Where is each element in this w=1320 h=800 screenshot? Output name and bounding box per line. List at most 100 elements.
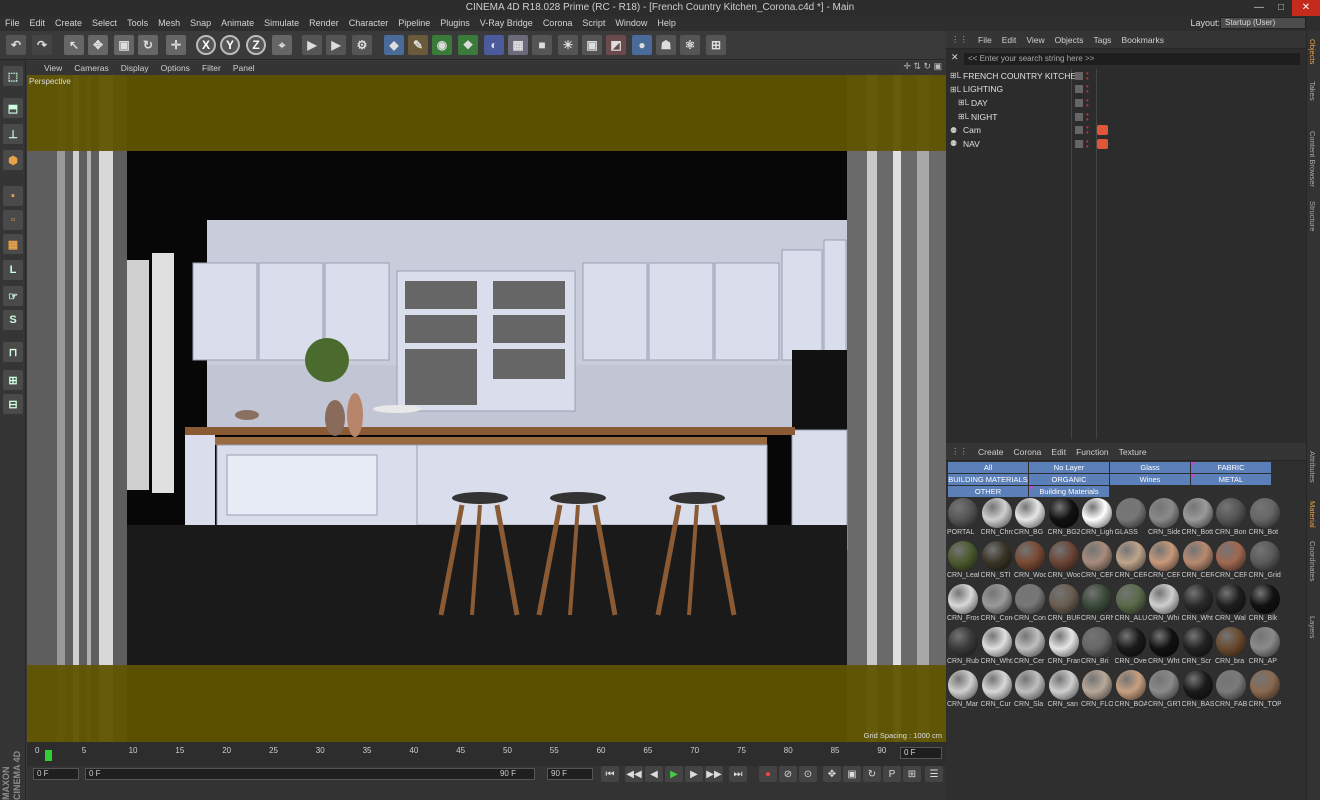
material-swatch[interactable]: CRN_Wood2 [1048, 540, 1080, 582]
material-swatch[interactable]: CRN_Wood [1014, 540, 1046, 582]
material-swatch[interactable]: CRN_CERD [1182, 540, 1214, 582]
material-swatch[interactable]: CRN_bra [1215, 626, 1247, 668]
scale-icon[interactable]: ▣ [114, 35, 134, 55]
material-swatch[interactable]: CRN_Wht [1182, 583, 1214, 625]
menu-plugins[interactable]: Plugins [435, 16, 475, 31]
light-icon[interactable]: ☀ [558, 35, 578, 55]
make-editable-icon[interactable]: ⬚ [3, 66, 23, 86]
redo-icon[interactable]: ↷ [32, 35, 52, 55]
rotate-icon[interactable]: ↻ [138, 35, 158, 55]
object-row[interactable]: ⊞L FRENCH COUNTRY KITCHEN • • [950, 69, 1302, 83]
menu-corona[interactable]: Corona [538, 16, 578, 31]
object-menu-bookmarks[interactable]: Bookmarks [1116, 35, 1169, 45]
layer-icon[interactable] [1075, 126, 1083, 135]
material-swatch[interactable]: CRN_Frame [1048, 626, 1080, 668]
side-tab-attributes[interactable]: Attributes [1308, 451, 1317, 483]
material-swatch[interactable]: CRN_CERE [1215, 540, 1247, 582]
material-swatch[interactable]: CRN_Chrome [981, 497, 1013, 539]
side-tab-coordinates[interactable]: Coordinates [1308, 541, 1317, 581]
material-swatch[interactable]: CRN_Cer [1014, 626, 1046, 668]
menu-script[interactable]: Script [577, 16, 610, 31]
filter-chip[interactable]: Building Materials [1029, 486, 1109, 497]
next-frame-icon[interactable]: ▶ [685, 766, 703, 782]
material-swatch[interactable]: CRN_CERB [1115, 540, 1147, 582]
material-menu-texture[interactable]: Texture [1114, 447, 1152, 457]
pla-key-icon[interactable]: ⊞ [903, 766, 921, 782]
workplane-lock-icon[interactable]: ⊓ [3, 342, 23, 362]
material-swatch[interactable]: CRN_Bri [1081, 626, 1113, 668]
snap-icon[interactable]: ⚛ [680, 35, 700, 55]
menu-pipeline[interactable]: Pipeline [393, 16, 435, 31]
filter-chip[interactable]: BUILDING MATERIALS [948, 474, 1028, 485]
menu-snap[interactable]: Snap [185, 16, 216, 31]
side-tab-objects[interactable]: Objects [1308, 39, 1317, 64]
search-close-icon[interactable]: ✕ [951, 52, 959, 63]
snapping-icon[interactable]: S [3, 310, 23, 330]
coordinate-system-icon[interactable]: ⌖ [272, 35, 292, 55]
camera-tag-icon[interactable] [1097, 138, 1108, 149]
polygons-mode-icon[interactable]: ▦ [3, 234, 23, 254]
menu-help[interactable]: Help [652, 16, 681, 31]
layer-icon[interactable] [1075, 139, 1083, 148]
material-swatch[interactable]: CRN_Bon [1215, 497, 1247, 539]
move-icon[interactable]: ✥ [88, 35, 108, 55]
timeline-ruler[interactable]: 0 5 10 15 20 25 30 35 40 45 50 55 60 65 70 75 80 85 90 0 F [27, 742, 946, 766]
panel-grip-icon[interactable]: ⋮⋮ [946, 446, 973, 457]
layout-select[interactable]: Startup (User) [1220, 17, 1306, 29]
cube-icon[interactable]: ◆ [384, 35, 404, 55]
camera-icon[interactable]: ■ [532, 35, 552, 55]
perspective-viewport[interactable]: Perspective Grid Spacing : 1000 cm [27, 75, 946, 742]
object-menu-objects[interactable]: Objects [1050, 35, 1089, 45]
timeline-icon[interactable]: ☰ [925, 766, 943, 782]
layer-icon[interactable] [1075, 71, 1083, 80]
visibility-dots[interactable]: • • [1086, 124, 1090, 137]
viewport-menu-panel[interactable]: Panel [227, 63, 261, 73]
filter-chip[interactable]: METAL [1191, 474, 1271, 485]
material-swatch[interactable]: CRN_Cur [981, 669, 1013, 711]
axis-mode-icon[interactable]: ⊥ [3, 124, 23, 144]
material-swatch[interactable]: CRN_ALU [1115, 583, 1147, 625]
material-swatch[interactable]: CRN_CERA [1081, 540, 1113, 582]
render-picture-viewer-icon[interactable]: ▶ [326, 35, 346, 55]
menu-animate[interactable]: Animate [216, 16, 259, 31]
layer-icon[interactable] [1075, 85, 1083, 94]
object-menu-edit[interactable]: Edit [997, 35, 1022, 45]
material-swatch[interactable]: CRN_GRT [1148, 669, 1180, 711]
frame-range-slider[interactable]: 0 F 90 F [85, 768, 535, 780]
keyframe-selection-icon[interactable]: ⊙ [799, 766, 817, 782]
camera-tag-icon[interactable] [1097, 125, 1108, 136]
viewport-menu-filter[interactable]: Filter [196, 63, 227, 73]
object-search-input[interactable]: << Enter your search string here >> [964, 53, 1300, 65]
layer-icon[interactable] [1075, 112, 1083, 121]
corona-vfb-icon[interactable]: ▣ [582, 35, 602, 55]
visibility-dots[interactable]: • • [1086, 96, 1090, 109]
timeline-playhead[interactable] [45, 750, 52, 761]
z-axis-icon[interactable]: Z [246, 35, 266, 55]
visibility-dots[interactable]: • • [1086, 83, 1090, 96]
material-menu-function[interactable]: Function [1071, 447, 1114, 457]
material-swatch[interactable]: CRN_Conc2 [1014, 583, 1046, 625]
material-menu-corona[interactable]: Corona [1009, 447, 1047, 457]
deformer-icon[interactable]: ◐ [484, 35, 504, 55]
material-swatch[interactable]: CRN_Whi [1148, 583, 1180, 625]
material-swatch[interactable]: CRN_Oven [1115, 626, 1147, 668]
undo-icon[interactable]: ↶ [6, 35, 26, 55]
object-row[interactable]: ⚉ NAV • • [950, 137, 1302, 151]
model-mode-icon[interactable]: ⬢ [3, 150, 23, 170]
edges-mode-icon[interactable]: ▫ [3, 210, 23, 230]
viewport-menu-options[interactable]: Options [155, 63, 196, 73]
y-axis-icon[interactable]: Y [220, 35, 240, 55]
cloner-icon[interactable]: ❖ [458, 35, 478, 55]
material-swatch[interactable]: CRN_Wal [1215, 583, 1247, 625]
material-swatch[interactable]: PORTAL [947, 497, 979, 539]
side-tab-takes[interactable]: Takes [1308, 81, 1317, 101]
menu-simulate[interactable]: Simulate [259, 16, 304, 31]
material-swatch[interactable]: CRN_BG2 [1048, 497, 1080, 539]
param-key-icon[interactable]: P [883, 766, 901, 782]
start-frame-field[interactable]: 0 F [33, 768, 79, 780]
viewport-menu-view[interactable]: View [38, 63, 68, 73]
viewport-navigation-icons[interactable]: ✛ ⇅ ↻ ▣ [903, 61, 946, 72]
rotate-key-icon[interactable]: ↻ [863, 766, 881, 782]
viewport-menu-display[interactable]: Display [115, 63, 155, 73]
go-to-end-icon[interactable]: ⏭ [729, 766, 747, 782]
